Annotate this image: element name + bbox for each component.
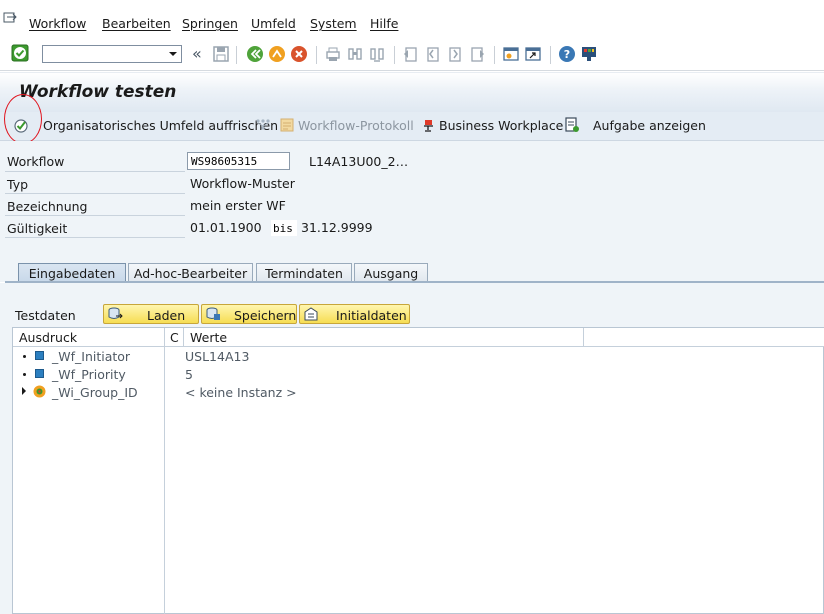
show-task-button[interactable]: Aufgabe anzeigen <box>593 118 706 133</box>
column-divider[interactable] <box>583 328 584 346</box>
valid-from-value: 01.01.1900 <box>190 220 262 235</box>
refresh-org-button[interactable]: Organisatorisches Umfeld auffrischen <box>43 118 278 133</box>
group-object-icon <box>33 385 46 398</box>
load-label: Laden <box>147 308 186 323</box>
toolbar-separator <box>394 46 395 64</box>
org-structure-icon <box>256 119 270 130</box>
tree-row-name[interactable]: _Wf_Initiator <box>52 349 130 364</box>
load-button[interactable]: Laden <box>103 304 199 324</box>
label-underline <box>5 193 185 194</box>
tree-row-name[interactable]: _Wf_Priority <box>52 367 126 382</box>
exit-icon[interactable] <box>268 45 286 63</box>
workflow-log-icon[interactable] <box>279 117 295 133</box>
next-page-icon[interactable] <box>446 45 464 63</box>
element-icon <box>35 369 44 378</box>
enter-check-icon[interactable] <box>11 44 29 62</box>
valid-to-value: 31.12.9999 <box>301 220 373 235</box>
toolbar-separator <box>494 46 495 64</box>
svg-text:?: ? <box>564 48 570 61</box>
gueltigkeit-label: Gültigkeit <box>7 221 68 236</box>
bis-label: bis <box>271 220 297 236</box>
typ-value: Workflow-Muster <box>190 176 295 191</box>
save-db-icon <box>206 307 220 320</box>
find-icon[interactable] <box>346 45 364 63</box>
initial-data-label: Initialdaten <box>336 308 407 323</box>
workflow-description: L14A13U00_2… <box>309 154 409 169</box>
expand-arrow-icon[interactable] <box>21 387 27 395</box>
new-session-icon[interactable] <box>502 45 520 63</box>
tree-row-value[interactable]: 5 <box>185 367 193 382</box>
tab-ad-hoc-bearbeiter[interactable]: Ad-hoc-Bearbeiter <box>128 263 253 281</box>
tree-row-name[interactable]: _Wi_Group_ID <box>52 385 138 400</box>
first-page-icon[interactable] <box>402 45 420 63</box>
page-title: Workflow testen <box>19 82 177 102</box>
toolbar-separator <box>550 46 551 64</box>
nav-collapse-icon[interactable]: « <box>192 44 202 63</box>
bezeichnung-value: mein erster WF <box>190 198 286 213</box>
app-menu-icon[interactable] <box>3 12 17 24</box>
toolbar-separator <box>316 46 317 64</box>
column-divider[interactable] <box>183 328 184 346</box>
column-header-c[interactable]: C <box>170 330 179 345</box>
help-icon[interactable]: ? <box>558 45 576 63</box>
header-form <box>0 141 824 256</box>
create-shortcut-icon[interactable] <box>524 45 542 63</box>
workplace-chair-icon[interactable] <box>421 117 437 133</box>
save-testdata-button[interactable]: Speichern <box>201 304 297 324</box>
menu-umfeld[interactable]: Umfeld <box>251 16 296 31</box>
typ-label: Typ <box>7 177 29 192</box>
label-underline <box>5 171 185 172</box>
column-header-expression[interactable]: Ausdruck <box>19 330 77 345</box>
command-field[interactable] <box>42 45 182 63</box>
print-icon[interactable] <box>324 45 342 63</box>
workflow-id-input[interactable]: WS98605315 <box>187 152 290 170</box>
label-underline <box>5 215 185 216</box>
toolbar-separator <box>236 46 237 64</box>
workflow-log-button[interactable]: Workflow-Protokoll <box>298 118 414 133</box>
container-tree <box>12 327 824 614</box>
menu-bearbeiten[interactable]: Bearbeiten <box>102 16 171 31</box>
tree-row-value[interactable]: < keine Instanz > <box>185 385 297 400</box>
tab-ausgang[interactable]: Ausgang <box>354 263 428 281</box>
menu-hilfe[interactable]: Hilfe <box>370 16 398 31</box>
tree-bullet <box>23 373 26 376</box>
tree-row-value[interactable]: USL14A13 <box>185 349 249 364</box>
highlight-circle <box>4 94 42 144</box>
cancel-icon[interactable] <box>290 45 308 63</box>
load-db-icon <box>108 307 123 319</box>
save-label: Speichern <box>234 308 297 323</box>
testdaten-label: Testdaten <box>15 308 76 323</box>
last-page-icon[interactable] <box>468 45 486 63</box>
task-display-icon[interactable] <box>563 116 581 134</box>
workflow-label: Workflow <box>7 154 65 169</box>
business-workplace-button[interactable]: Business Workplace <box>439 118 563 133</box>
customize-layout-icon[interactable] <box>580 45 598 63</box>
back-icon[interactable] <box>246 45 264 63</box>
column-divider[interactable] <box>164 328 165 614</box>
tree-header <box>13 328 824 347</box>
bezeichnung-label: Bezeichnung <box>7 199 88 214</box>
element-icon <box>35 351 44 360</box>
menu-springen[interactable]: Springen <box>182 16 238 31</box>
menu-workflow[interactable]: Workflow <box>29 16 86 31</box>
previous-page-icon[interactable] <box>424 45 442 63</box>
menu-system[interactable]: System <box>310 16 357 31</box>
save-icon[interactable] <box>212 45 230 63</box>
initial-data-button[interactable]: Initialdaten <box>299 304 410 324</box>
chevron-down-icon[interactable] <box>166 46 180 62</box>
column-header-values[interactable]: Werte <box>190 330 227 345</box>
tab-termindaten[interactable]: Termindaten <box>256 263 352 281</box>
label-underline <box>5 237 185 238</box>
find-next-icon[interactable] <box>368 45 386 63</box>
initial-data-icon <box>304 307 318 321</box>
tab-eingabedaten[interactable]: Eingabedaten <box>18 263 126 281</box>
tree-bullet <box>23 355 26 358</box>
